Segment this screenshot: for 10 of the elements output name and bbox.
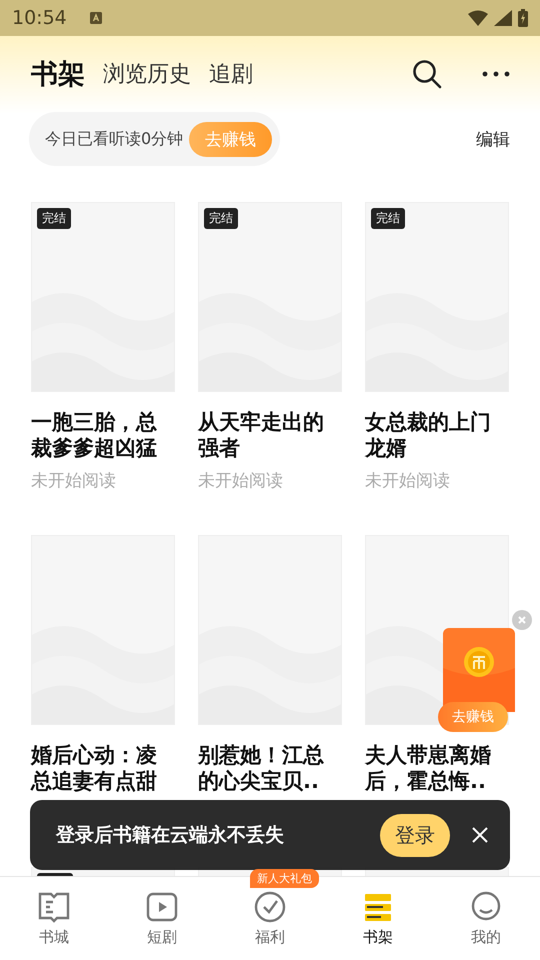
reading-status: 未开始阅读 (31, 470, 117, 492)
finished-badge: 完结 (371, 208, 405, 229)
status-time: 10:54 (12, 7, 67, 29)
finished-badge: 完结 (204, 208, 238, 229)
finished-badge: 完结 (37, 208, 71, 229)
reading-time-text: 今日已看听读0分钟 (45, 128, 184, 150)
new-user-tooltip: 新人大礼包 (250, 869, 319, 888)
reading-status: 未开始阅读 (365, 470, 451, 492)
toast-message: 登录后书籍在云端永不丢失 (56, 823, 285, 848)
reading-status: 未开始阅读 (198, 470, 284, 492)
